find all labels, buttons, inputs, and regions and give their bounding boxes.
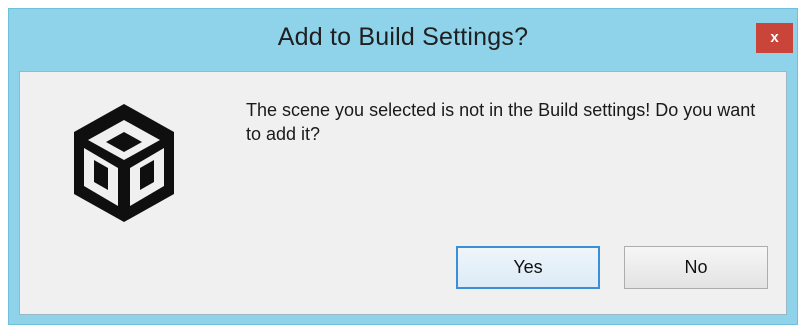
dialog-window: Add to Build Settings? x The scene you s… <box>8 8 798 325</box>
dialog-message: The scene you selected is not in the Bui… <box>246 100 756 144</box>
dialog-body: The scene you selected is not in the Bui… <box>19 71 787 315</box>
yes-button-label: Yes <box>513 257 543 277</box>
no-button-label: No <box>684 257 708 277</box>
yes-button[interactable]: Yes <box>456 246 600 289</box>
no-button[interactable]: No <box>624 246 768 289</box>
close-icon: x <box>770 29 779 46</box>
dialog-title: Add to Build Settings? <box>277 23 529 51</box>
close-button[interactable]: x <box>756 23 793 53</box>
title-bar[interactable]: Add to Build Settings? x <box>9 9 797 71</box>
unity-logo-icon <box>74 104 174 222</box>
